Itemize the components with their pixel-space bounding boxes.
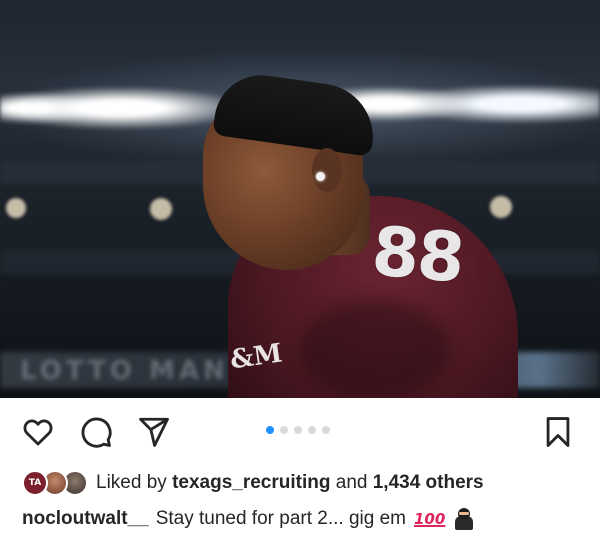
likes-row[interactable]: TA Liked by texags_recruiting and 1,434 … (22, 468, 484, 498)
hundred-emoji-icon: 100 (414, 510, 446, 528)
like-button[interactable] (20, 414, 56, 450)
carousel-dot (294, 426, 302, 434)
avatar[interactable]: TA (22, 470, 48, 496)
send-icon (139, 417, 169, 447)
liked-by-label: Liked by (96, 472, 167, 493)
likes-count[interactable]: 1,434 others (373, 472, 484, 493)
carousel-dot (322, 426, 330, 434)
post-caption: nocloutwalt__ Stay tuned for part 2... g… (22, 508, 475, 530)
signage-text: LOTTO MAN (20, 356, 229, 386)
comment-button[interactable] (78, 414, 114, 450)
avatar-text: TA (28, 478, 42, 488)
carousel-indicator (266, 426, 330, 434)
jersey-number: 88 (368, 212, 466, 299)
carousel-dot (280, 426, 288, 434)
bokeh-light (6, 198, 26, 218)
carousel-dot (308, 426, 316, 434)
likes-connector: and (335, 472, 368, 493)
post-image[interactable]: LOTTO MAN 88 &M (0, 0, 600, 398)
caption-text: Stay tuned for part 2... gig em (155, 508, 406, 529)
liker-avatars[interactable]: TA (22, 470, 88, 496)
earring (316, 172, 325, 181)
comment-icon (81, 417, 112, 448)
bookmark-icon (546, 417, 570, 447)
player-ear (312, 148, 342, 192)
bokeh-light (150, 198, 172, 220)
likes-text: Liked by texags_recruiting and 1,434 oth… (96, 472, 484, 494)
post-action-bar (0, 398, 600, 468)
heart-icon (23, 419, 53, 446)
ninja-emoji-icon (453, 508, 475, 530)
caption-username[interactable]: nocloutwalt__ (22, 508, 149, 530)
share-button[interactable] (136, 414, 172, 450)
carousel-dot-active (266, 426, 274, 434)
jersey-shadow (300, 300, 450, 398)
save-button[interactable] (540, 414, 576, 450)
bokeh-light (490, 196, 512, 218)
liker-username[interactable]: texags_recruiting (172, 472, 330, 493)
